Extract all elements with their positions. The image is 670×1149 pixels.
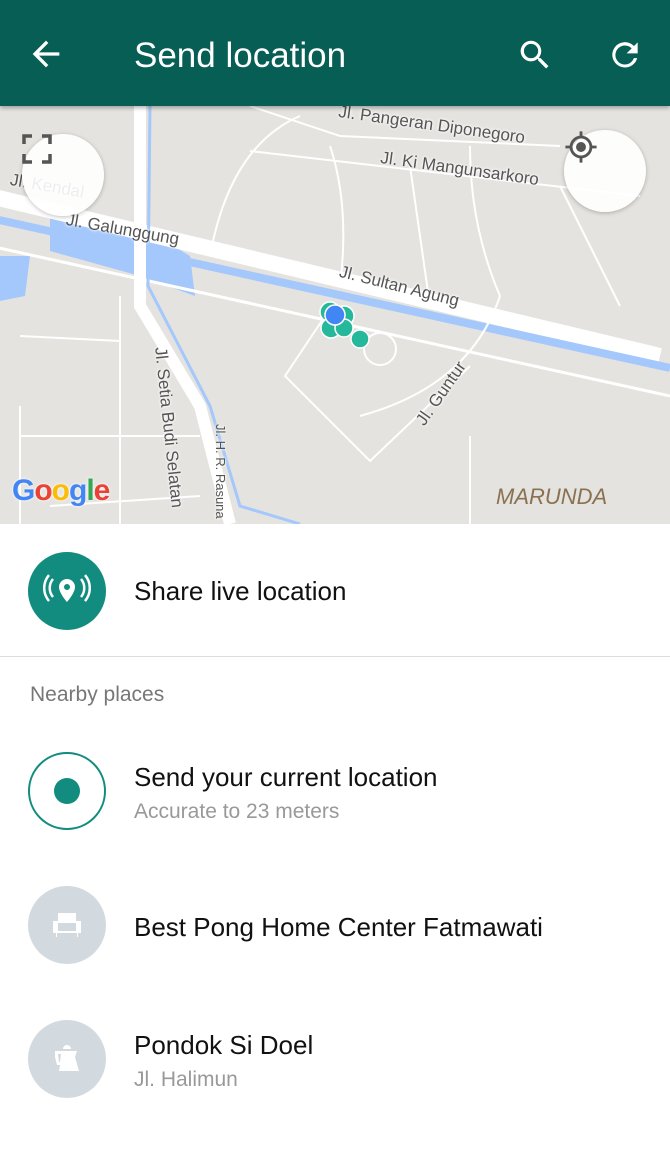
- nearby-places-header: Nearby places: [30, 683, 165, 706]
- google-logo: Google: [12, 474, 110, 507]
- fullscreen-icon: [22, 134, 52, 164]
- kettle-icon: [28, 1020, 106, 1098]
- location-markers: [319, 301, 370, 349]
- fullscreen-button[interactable]: [22, 134, 104, 216]
- search-icon[interactable]: [516, 36, 554, 74]
- my-location-button[interactable]: [564, 130, 646, 212]
- place-title: Pondok Si Doel: [134, 1030, 314, 1060]
- list-item[interactable]: Pondok Si Doel Jl. Halimun: [0, 998, 670, 1118]
- page-title: Send location: [134, 36, 347, 75]
- app-bar: Send location: [0, 0, 670, 106]
- street-label: Jl. H. R. Rasuna: [213, 424, 228, 519]
- arrow-left-icon[interactable]: [26, 34, 66, 74]
- share-live-location[interactable]: Share live location: [0, 524, 670, 656]
- share-live-location-label: Share live location: [134, 576, 347, 606]
- area-label: MARUNDA: [496, 484, 608, 509]
- list-item[interactable]: Send your current location Accurate to 2…: [0, 730, 670, 850]
- place-title: Best Pong Home Center Fatmawati: [134, 912, 543, 942]
- map-view[interactable]: Jl. Pangeran Diponegoro Jl. Ki Mangunsar…: [0, 106, 670, 524]
- place-subtitle: Jl. Halimun: [134, 1068, 238, 1091]
- place-subtitle: Accurate to 23 meters: [134, 800, 340, 823]
- radio-selected-icon: [28, 752, 106, 830]
- list-item[interactable]: Best Pong Home Center Fatmawati: [0, 864, 670, 984]
- refresh-icon[interactable]: [606, 36, 644, 74]
- live-location-icon: [28, 552, 106, 630]
- place-title: Send your current location: [134, 762, 438, 792]
- armchair-icon: [28, 886, 106, 964]
- my-location-icon: [565, 131, 597, 163]
- divider: [0, 656, 670, 657]
